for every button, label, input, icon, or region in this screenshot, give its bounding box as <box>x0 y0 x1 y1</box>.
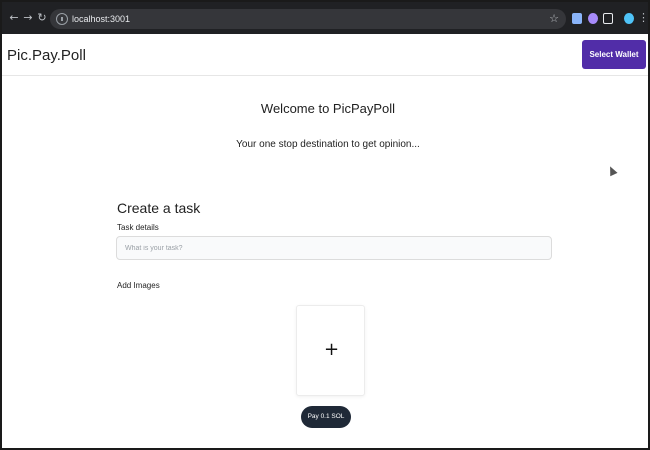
extension-icon[interactable] <box>588 13 598 24</box>
brand-logo-text: Pic.Pay.Poll <box>7 47 86 64</box>
pay-button[interactable]: Pay 0.1 SOL <box>301 406 351 428</box>
select-wallet-button[interactable]: Select Wallet <box>582 40 646 69</box>
task-details-label: Task details <box>117 223 159 232</box>
browser-menu-icon[interactable]: ⋮ <box>638 11 649 25</box>
extension-icon[interactable] <box>572 13 582 24</box>
add-images-label: Add Images <box>117 281 160 290</box>
bookmark-star-icon[interactable]: ☆ <box>549 11 559 26</box>
mouse-cursor-icon <box>606 164 618 177</box>
image-upload-box[interactable]: + <box>296 305 365 396</box>
browser-toolbar: ← → ↻ localhost:3001 ☆ ⋮ <box>2 2 649 34</box>
app-header: Pic.Pay.Poll Select Wallet <box>2 34 648 76</box>
extensions-puzzle-icon[interactable] <box>603 13 613 24</box>
forward-arrow-icon[interactable]: → <box>22 11 34 25</box>
site-info-icon[interactable] <box>56 13 68 25</box>
address-url[interactable]: localhost:3001 <box>72 12 130 26</box>
back-arrow-icon[interactable]: ← <box>8 11 20 25</box>
create-task-heading: Create a task <box>117 200 201 216</box>
page-title: Welcome to PicPayPoll <box>260 101 396 116</box>
plus-icon: + <box>323 339 340 360</box>
profile-avatar[interactable] <box>624 13 634 24</box>
reload-icon[interactable]: ↻ <box>36 11 48 25</box>
app-window: ← → ↻ localhost:3001 ☆ ⋮ Pic.Pay.Poll Se… <box>0 0 650 450</box>
page-subtitle: Your one stop destination to get opinion… <box>236 139 420 150</box>
address-bar[interactable]: localhost:3001 ☆ <box>50 9 566 29</box>
task-details-input[interactable] <box>116 236 552 260</box>
